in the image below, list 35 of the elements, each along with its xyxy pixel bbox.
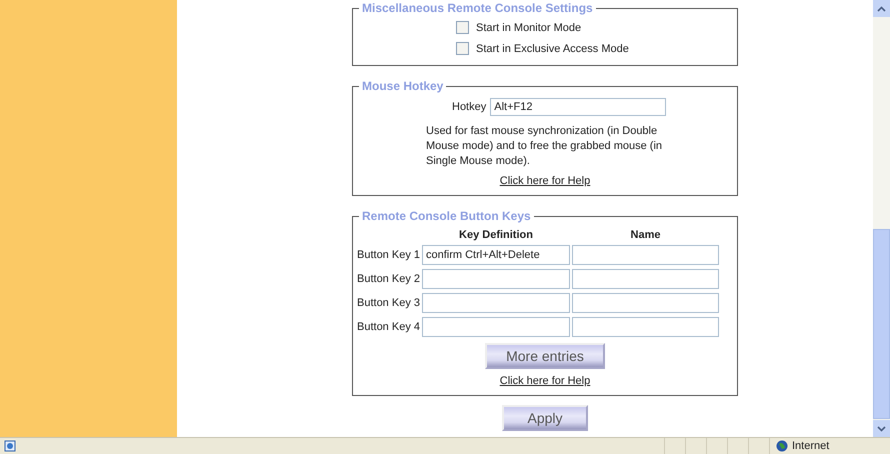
apply-button[interactable]: Apply — [502, 405, 588, 431]
scroll-up-icon[interactable] — [873, 0, 890, 17]
checkbox[interactable] — [456, 42, 469, 55]
globe-icon — [776, 440, 788, 452]
column-header: Key Definition — [458, 229, 534, 241]
name-field[interactable] — [572, 317, 719, 337]
hotkey-field[interactable]: Alt+F12 — [490, 98, 666, 116]
group-title: Remote Console Button Keys — [359, 209, 534, 224]
name-field[interactable] — [572, 269, 719, 289]
key-definition-field[interactable]: confirm Ctrl+Alt+Delete — [422, 245, 570, 265]
more-entries-button[interactable]: More entries — [485, 343, 605, 369]
page-icon — [4, 440, 16, 452]
row-label: Button Key 4 — [357, 320, 420, 335]
row-label: Button Key 2 — [357, 272, 420, 287]
column-header: Name — [630, 229, 662, 241]
key-definition-field[interactable] — [422, 269, 570, 289]
field-label: Hotkey — [452, 101, 486, 113]
key-definition-field[interactable] — [422, 293, 570, 313]
zone-label: Internet — [792, 440, 830, 452]
checkbox-label: Start in Exclusive Access Mode — [476, 42, 629, 54]
row-label: Button Key 3 — [357, 296, 420, 311]
help-link[interactable]: Click here for Help — [500, 375, 590, 387]
help-link[interactable]: Click here for Help — [500, 175, 590, 187]
group-title: Mouse Hotkey — [359, 79, 446, 94]
checkbox[interactable] — [456, 21, 469, 34]
scrollbar[interactable] — [873, 0, 890, 437]
description-text: Used for fast mouse synchronization (in Double Mouse mode) and to free the grabbed mouse (in Single Mouse mode). — [426, 124, 664, 169]
key-definition-field[interactable] — [422, 317, 570, 337]
scroll-thumb[interactable] — [873, 229, 890, 419]
name-field[interactable] — [572, 245, 719, 265]
scroll-down-icon[interactable] — [873, 420, 890, 437]
checkbox-label: Start in Monitor Mode — [476, 22, 582, 34]
row-label: Button Key 1 — [357, 248, 420, 263]
group-title: Miscellaneous Remote Console Settings — [359, 1, 596, 16]
name-field[interactable] — [572, 293, 719, 313]
